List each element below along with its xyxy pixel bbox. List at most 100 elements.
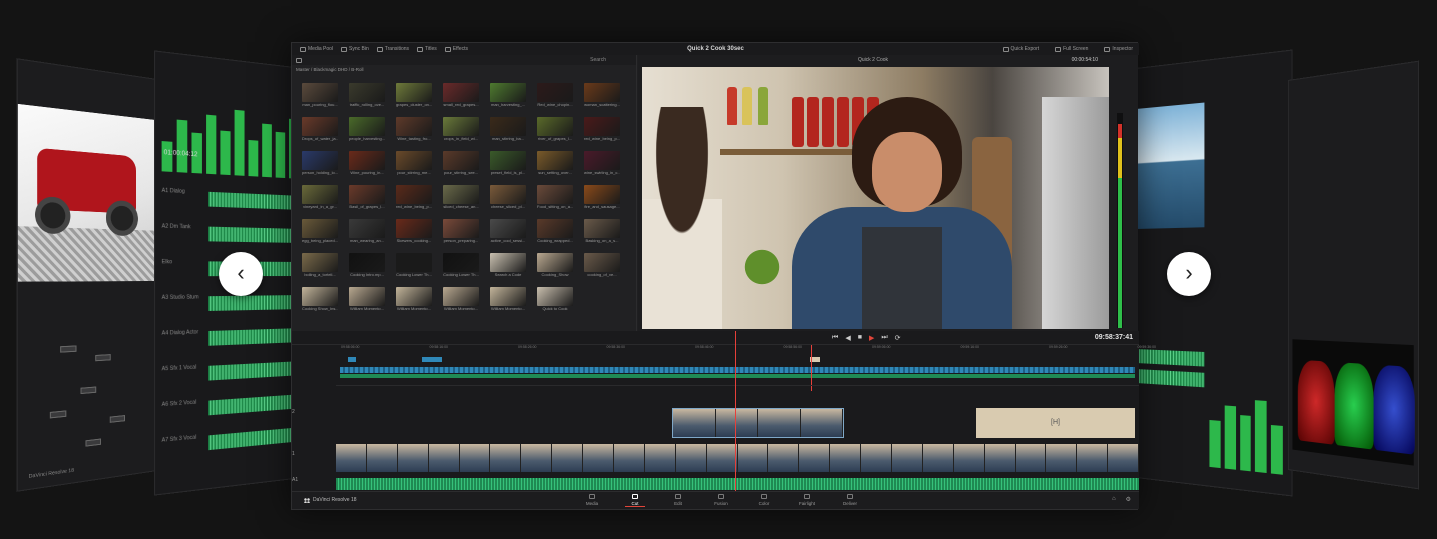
clip-name: sliced_cheese_an...: [443, 204, 479, 210]
skip-start-icon[interactable]: ⏮: [832, 334, 838, 342]
step-back-icon[interactable]: ◀: [845, 334, 850, 342]
media-clip[interactable]: boiling_a_torteli...: [302, 253, 338, 278]
clip-thumbnail: [490, 117, 526, 136]
media-clip[interactable]: pour_stirring_me...: [396, 151, 432, 176]
toolbar-media-pool[interactable]: Media Pool: [300, 46, 333, 52]
media-clip[interactable]: person_holding_lo...: [302, 151, 338, 176]
media-clip[interactable]: red_wine_being_p...: [396, 185, 432, 210]
lower-timeline[interactable]: [H]: [336, 385, 1139, 491]
clip-name: preset_field_is_pl...: [490, 170, 526, 176]
audio-track-a1[interactable]: [336, 478, 1139, 490]
toolbar-transitions[interactable]: Transitions: [377, 46, 409, 52]
list-view-icon[interactable]: [296, 58, 302, 63]
resolve-window: Media Pool Sync Bin Transitions Titles Effec…: [291, 42, 1138, 510]
media-clip[interactable]: Wine_tasting_fro...: [396, 117, 432, 142]
media-clip[interactable]: William Momento...: [443, 287, 479, 312]
media-clip[interactable]: man_stirring_ba...: [490, 117, 526, 142]
media-clip[interactable]: red_wine_being_p...: [584, 117, 620, 142]
media-clip[interactable]: traffic_rolling_ove...: [349, 83, 385, 108]
media-clip[interactable]: small_red_grapes...: [443, 83, 479, 108]
toolbar-label: Media Pool: [308, 46, 333, 52]
media-clip[interactable]: William Momento...: [349, 287, 385, 312]
media-clip[interactable]: Search a Code: [490, 253, 526, 278]
media-clip[interactable]: Cooking_Show: [537, 253, 573, 278]
media-clip[interactable]: sliced_cheese_an...: [443, 185, 479, 210]
video-track-1[interactable]: [336, 444, 1139, 472]
upper-overview-timeline[interactable]: [340, 353, 1135, 379]
media-clip[interactable]: woman_scattering...: [584, 83, 620, 108]
page-tab-edit[interactable]: Edit: [668, 494, 688, 507]
clip-thumbnail: [537, 219, 573, 238]
media-clip[interactable]: egg_being_placed...: [302, 219, 338, 244]
media-clip[interactable]: pour_stirring_see...: [443, 151, 479, 176]
media-clip[interactable]: crops_in_field_wi...: [443, 117, 479, 142]
media-clip[interactable]: cheese_sliced_pl...: [490, 185, 526, 210]
node-graph: [18, 321, 164, 482]
media-clip[interactable]: Wine_pouring_in...: [349, 151, 385, 176]
media-clip[interactable]: people_harvesting...: [349, 117, 385, 142]
media-clip[interactable]: Food_sitting_on_a...: [537, 185, 573, 210]
media-clip[interactable]: Cooking Intro.mp...: [349, 253, 385, 278]
media-clip[interactable]: river_of_grapes_l...: [537, 117, 573, 142]
page-tab-fusion[interactable]: Fusion: [711, 494, 731, 507]
toolbar-inspector[interactable]: Inspector: [1104, 46, 1133, 52]
viewer-timeline-name[interactable]: Quick 2 Cook: [858, 57, 888, 63]
media-clip[interactable]: fire_and_sausage...: [584, 185, 620, 210]
media-clip[interactable]: man_harvesting_...: [490, 83, 526, 108]
media-clip[interactable]: Basking_on_a_s...: [584, 219, 620, 244]
audio-waveform: [208, 328, 298, 346]
media-clip[interactable]: William Momento...: [490, 287, 526, 312]
settings-gear-icon[interactable]: ⚙: [1126, 496, 1131, 503]
media-clip[interactable]: Skewers_cooking...: [396, 219, 432, 244]
home-icon[interactable]: ⌂: [1112, 496, 1116, 503]
media-clip[interactable]: Drops_of_water_ja...: [302, 117, 338, 142]
toolbar-sync-bin[interactable]: Sync Bin: [341, 46, 369, 52]
clip-thumbnail: [349, 253, 385, 272]
carousel-prev-button[interactable]: ‹: [219, 252, 263, 296]
play-icon[interactable]: ▶: [869, 334, 874, 342]
page-tab-deliver[interactable]: Deliver: [840, 494, 860, 507]
page-tab-color[interactable]: Color: [754, 494, 774, 507]
page-tab-fairlight[interactable]: Fairlight: [797, 494, 817, 507]
toolbar-quick-export[interactable]: Quick Export: [1003, 46, 1040, 52]
toolbar-full-screen[interactable]: Full Screen: [1055, 46, 1088, 52]
media-clip[interactable]: vineyard_in_a_gr...: [302, 185, 338, 210]
toolbar-effects[interactable]: Effects: [445, 46, 468, 52]
stop-icon[interactable]: ■: [858, 334, 862, 342]
media-clip[interactable]: wine_swirling_in_c...: [584, 151, 620, 176]
skip-end-icon[interactable]: ⏭: [881, 334, 887, 342]
title-clip[interactable]: [H]: [976, 408, 1135, 438]
loop-icon[interactable]: ⟳: [895, 334, 901, 342]
timeline-toolbar: ⏮ ◀ ■ ▶ ⏭ ⟳ 09:58:37:41: [292, 331, 1139, 345]
playhead[interactable]: [735, 331, 736, 493]
audio-waveform: [208, 227, 298, 243]
media-clip[interactable]: preset_field_is_pl...: [490, 151, 526, 176]
page-tab-cut[interactable]: Cut: [625, 494, 645, 507]
timeline-ruler[interactable]: 09:58:06:00 09:58:16:00 09:58:26:00 09:58:3…: [337, 345, 1139, 351]
clip-name: wine_swirling_in_c...: [584, 170, 620, 176]
media-clip[interactable]: Cooking Lower Th...: [443, 253, 479, 278]
toolbar-titles[interactable]: Titles: [417, 46, 437, 52]
media-clip[interactable]: grapes_cluster_on...: [396, 83, 432, 108]
media-clip[interactable]: man_wearing_an...: [349, 219, 385, 244]
media-clip[interactable]: Cooking Show_Ins...: [302, 287, 338, 312]
media-clip[interactable]: active_cool_sessi...: [490, 219, 526, 244]
media-clip[interactable]: Cooking_wrapped...: [537, 219, 573, 244]
clip-thumbnail: [537, 151, 573, 170]
ruler-tick-label: 09:58:06:00: [341, 345, 360, 351]
media-clip[interactable]: person_preparing...: [443, 219, 479, 244]
carousel-next-button[interactable]: ›: [1167, 252, 1211, 296]
media-clip[interactable]: Red_wine_chopin...: [537, 83, 573, 108]
video-track-2-clip[interactable]: [672, 408, 844, 438]
media-clip[interactable]: man_pouring_flou...: [302, 83, 338, 108]
media-clip[interactable]: William Momento...: [396, 287, 432, 312]
ruler-tick-label: 09:59:06:00: [872, 345, 891, 351]
search-field[interactable]: Search: [590, 57, 606, 63]
page-tab-media[interactable]: Media: [582, 494, 602, 507]
media-clip[interactable]: sun_setting_over...: [537, 151, 573, 176]
clip-name: Quick to Cook: [537, 306, 573, 312]
media-clip[interactable]: cooking_of_ve...: [584, 253, 620, 278]
media-clip[interactable]: Quick to Cook: [537, 287, 573, 312]
media-clip[interactable]: Cooking Lower Th...: [396, 253, 432, 278]
media-clip[interactable]: Basil_of_grapes_l...: [349, 185, 385, 210]
